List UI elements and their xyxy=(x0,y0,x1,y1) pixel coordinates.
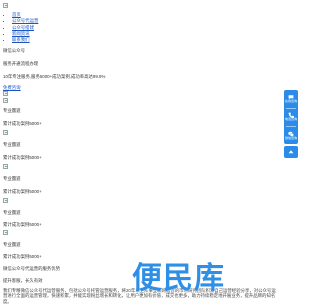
service-image xyxy=(3,198,8,203)
hero-subtitle: 服务开通流程办理 xyxy=(3,61,38,66)
service-image xyxy=(3,98,8,103)
nav-menu: 首页 公众号代运营 公众号搭建 新闻资讯 联系我们 xyxy=(6,12,38,43)
wechat-consult-button[interactable]: 微信咨询 xyxy=(284,127,298,144)
service-image xyxy=(3,230,8,235)
service-desc: 累计成功案例5000+ xyxy=(3,222,42,227)
online-consult-button[interactable]: 在线咨询 xyxy=(284,90,298,107)
arrow-up-icon xyxy=(288,149,294,155)
back-to-top-button[interactable] xyxy=(284,146,298,158)
logo-image xyxy=(3,3,8,8)
nav-link[interactable]: 新闻资讯 xyxy=(12,31,30,36)
service-name: 专业團遊 xyxy=(3,176,21,181)
nav-link[interactable]: 联系我们 xyxy=(12,37,30,42)
float-label: 在线咨询 xyxy=(285,100,297,104)
phone-consult-button[interactable]: 电话咨询 xyxy=(284,109,298,126)
advantages-subheading: 提升客服，长久有效 xyxy=(3,278,43,283)
nav-link[interactable]: 首页 xyxy=(12,12,21,17)
hero-stats: 10年专注服务,服务5000+成功案例,成功率高达99.9% xyxy=(3,74,105,79)
service-desc: 累计成功案例5000+ xyxy=(3,254,42,259)
service-name: 专业團遊 xyxy=(3,142,21,147)
service-desc: 累计成功案例5000+ xyxy=(3,155,42,160)
hero-title: 微信公众号 xyxy=(3,48,25,53)
service-name: 专业團遊 xyxy=(3,242,21,247)
float-label: 微信咨询 xyxy=(285,137,297,141)
service-image xyxy=(3,91,8,96)
watermark: 便民库 xyxy=(132,262,225,296)
nav-link[interactable]: 公众号代运营 xyxy=(12,18,38,23)
service-desc: 累计成功案例5000+ xyxy=(3,121,42,126)
service-desc: 累计成功案例5000+ xyxy=(3,189,42,194)
floating-contact-bar: 在线咨询 电话咨询 微信咨询 xyxy=(284,90,298,144)
service-name: 专业團遊 xyxy=(3,108,21,113)
service-image xyxy=(3,164,8,169)
service-name: 专业團遊 xyxy=(3,210,21,215)
service-image xyxy=(3,130,8,135)
nav-item-contact: 联系我们 xyxy=(12,37,38,43)
consult-link[interactable]: 免费咨询 xyxy=(3,85,21,90)
nav-link[interactable]: 公众号搭建 xyxy=(12,25,34,30)
advantages-heading: 微信公众号代运营的服务优势 xyxy=(3,266,60,271)
float-label: 电话咨询 xyxy=(285,118,297,122)
